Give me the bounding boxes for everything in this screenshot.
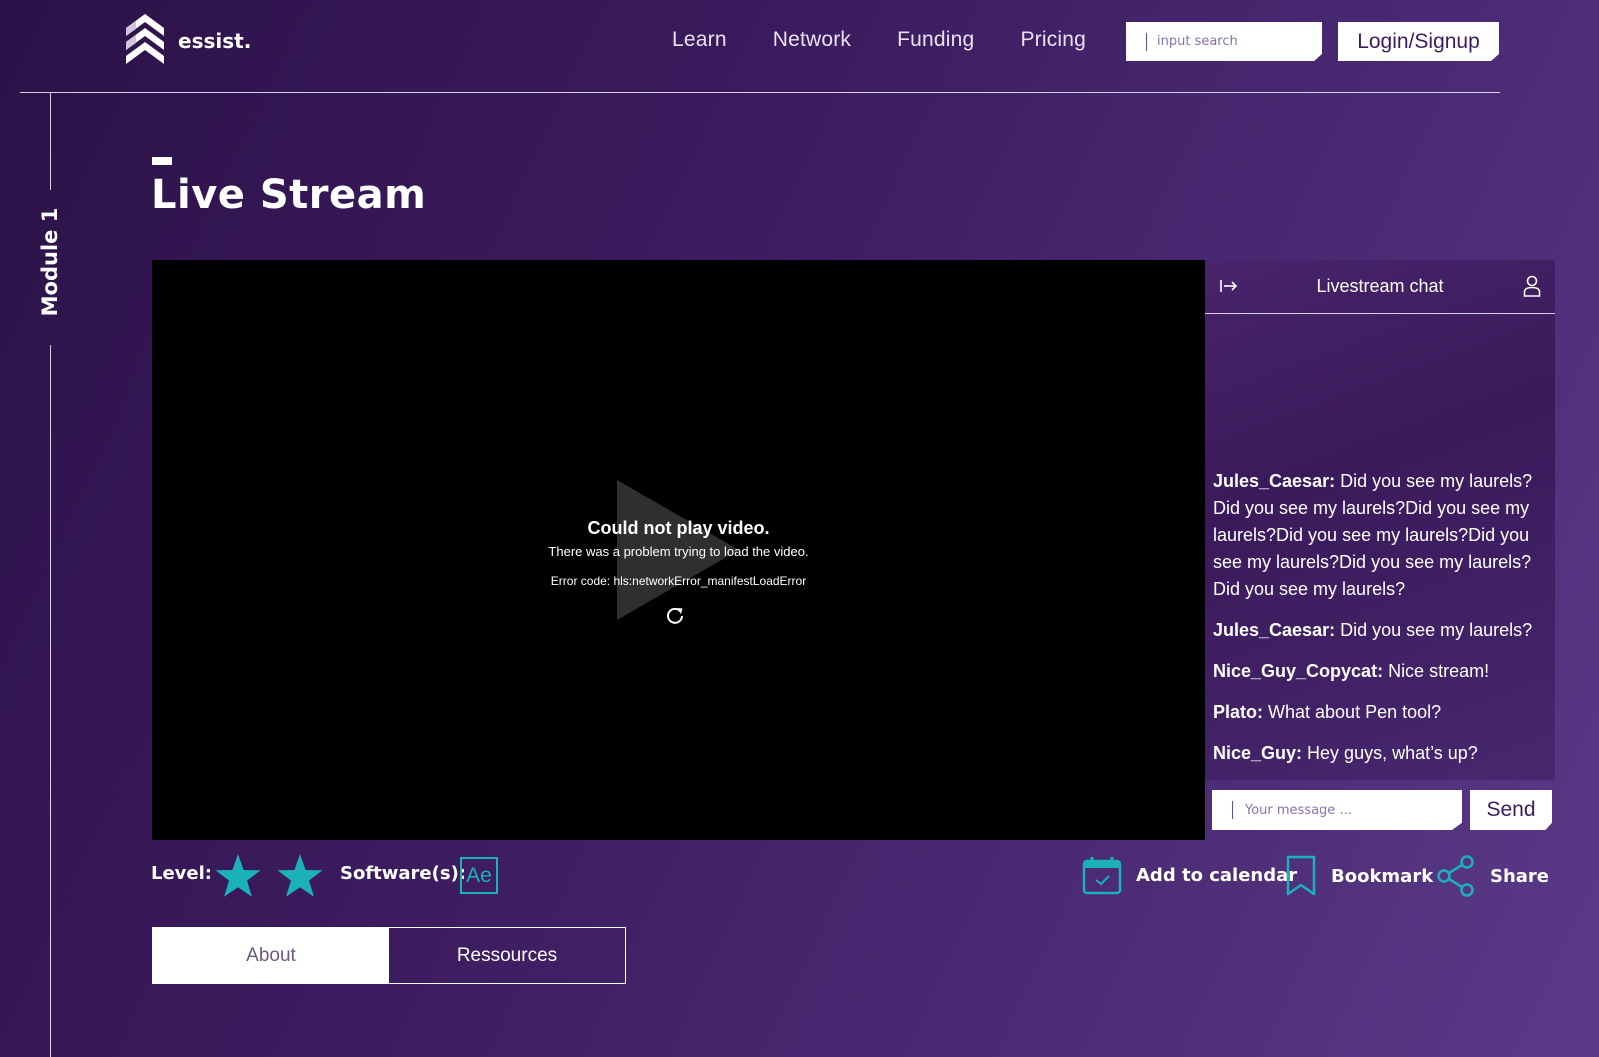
calendar-label: Add to calendar <box>1136 864 1298 886</box>
level-label: Level: <box>151 863 212 884</box>
chat-username: Plato: <box>1213 702 1264 722</box>
reload-icon[interactable] <box>665 605 685 625</box>
star-icon <box>215 854 261 897</box>
chat-message: Jules_Caesar: Did you see my laurels? <box>1213 617 1553 644</box>
text-caret <box>1232 801 1233 819</box>
chat-text: Did you see my laurels? <box>1335 620 1533 640</box>
logo-text: essist. <box>178 29 252 53</box>
chat-username: Nice_Guy: <box>1213 743 1303 763</box>
share-icon <box>1437 855 1474 897</box>
user-icon[interactable] <box>1523 275 1541 297</box>
star-icon <box>277 854 323 897</box>
sidebar-line-bottom <box>50 345 51 1057</box>
send-button[interactable]: Send <box>1470 790 1552 830</box>
video-error-message: There was a problem trying to load the v… <box>548 544 809 559</box>
share-label: Share <box>1490 865 1550 887</box>
add-to-calendar-button[interactable]: Add to calendar <box>1082 855 1297 895</box>
video-error-code: Error code: hls:networkError_manifestLoa… <box>550 574 807 588</box>
bookmark-icon <box>1286 855 1316 896</box>
nav-pricing[interactable]: Pricing <box>1020 28 1086 52</box>
content-tabs: About Ressources <box>152 927 626 984</box>
sidebar-line-top <box>50 92 51 190</box>
header-divider <box>20 92 1500 93</box>
bookmark-label: Bookmark <box>1331 865 1434 887</box>
chat-messages: Jules_Caesar: Did you see my laurels? Di… <box>1213 468 1553 781</box>
chat-username: Nice_Guy_Copycat: <box>1213 661 1384 681</box>
nav-learn[interactable]: Learn <box>672 28 727 52</box>
chat-text: Nice stream! <box>1383 661 1490 681</box>
nav-network[interactable]: Network <box>773 28 851 52</box>
main-nav: Learn Network Funding Pricing <box>672 28 1132 52</box>
software-label: Software(s): <box>340 863 466 884</box>
module-label: Module 1 <box>38 207 62 317</box>
chat-message: Plato: What about Pen tool? <box>1213 699 1553 726</box>
nav-funding[interactable]: Funding <box>897 28 974 52</box>
search-input[interactable] <box>1157 34 1307 49</box>
search-box[interactable] <box>1126 22 1322 61</box>
chat-message: Jules_Caesar: Did you see my laurels? Di… <box>1213 468 1553 603</box>
share-button[interactable]: Share <box>1436 855 1549 897</box>
chat-message: Nice_Guy: Hey guys, what’s up? <box>1213 740 1553 767</box>
chat-text: Hey guys, what’s up? <box>1302 743 1478 763</box>
chat-message-input[interactable]: Your message ... <box>1212 790 1462 830</box>
page-title: Live Stream <box>151 172 427 218</box>
text-caret <box>1146 32 1147 51</box>
video-error-title: Could not play video. <box>587 518 770 538</box>
tab-ressources[interactable]: Ressources <box>389 928 625 983</box>
chat-header: Livestream chat <box>1205 260 1555 314</box>
chat-title: Livestream chat <box>1316 276 1444 296</box>
calendar-icon <box>1082 857 1122 895</box>
chat-message: Nice_Guy_Copycat: Nice stream! <box>1213 658 1553 685</box>
logo[interactable]: essist. <box>126 12 251 70</box>
after-effects-badge: Ae <box>460 857 498 894</box>
chat-text: What about Pen tool? <box>1263 702 1442 722</box>
logo-chevrons-icon <box>126 14 164 64</box>
bookmark-button[interactable]: Bookmark <box>1285 855 1433 897</box>
title-accent-bar <box>152 157 172 165</box>
login-signup-button[interactable]: Login/Signup <box>1338 22 1499 61</box>
chat-username: Jules_Caesar: <box>1213 620 1336 640</box>
chat-input-placeholder: Your message ... <box>1245 802 1352 818</box>
chat-username: Jules_Caesar: <box>1213 471 1336 491</box>
tab-about[interactable]: About <box>153 928 389 983</box>
